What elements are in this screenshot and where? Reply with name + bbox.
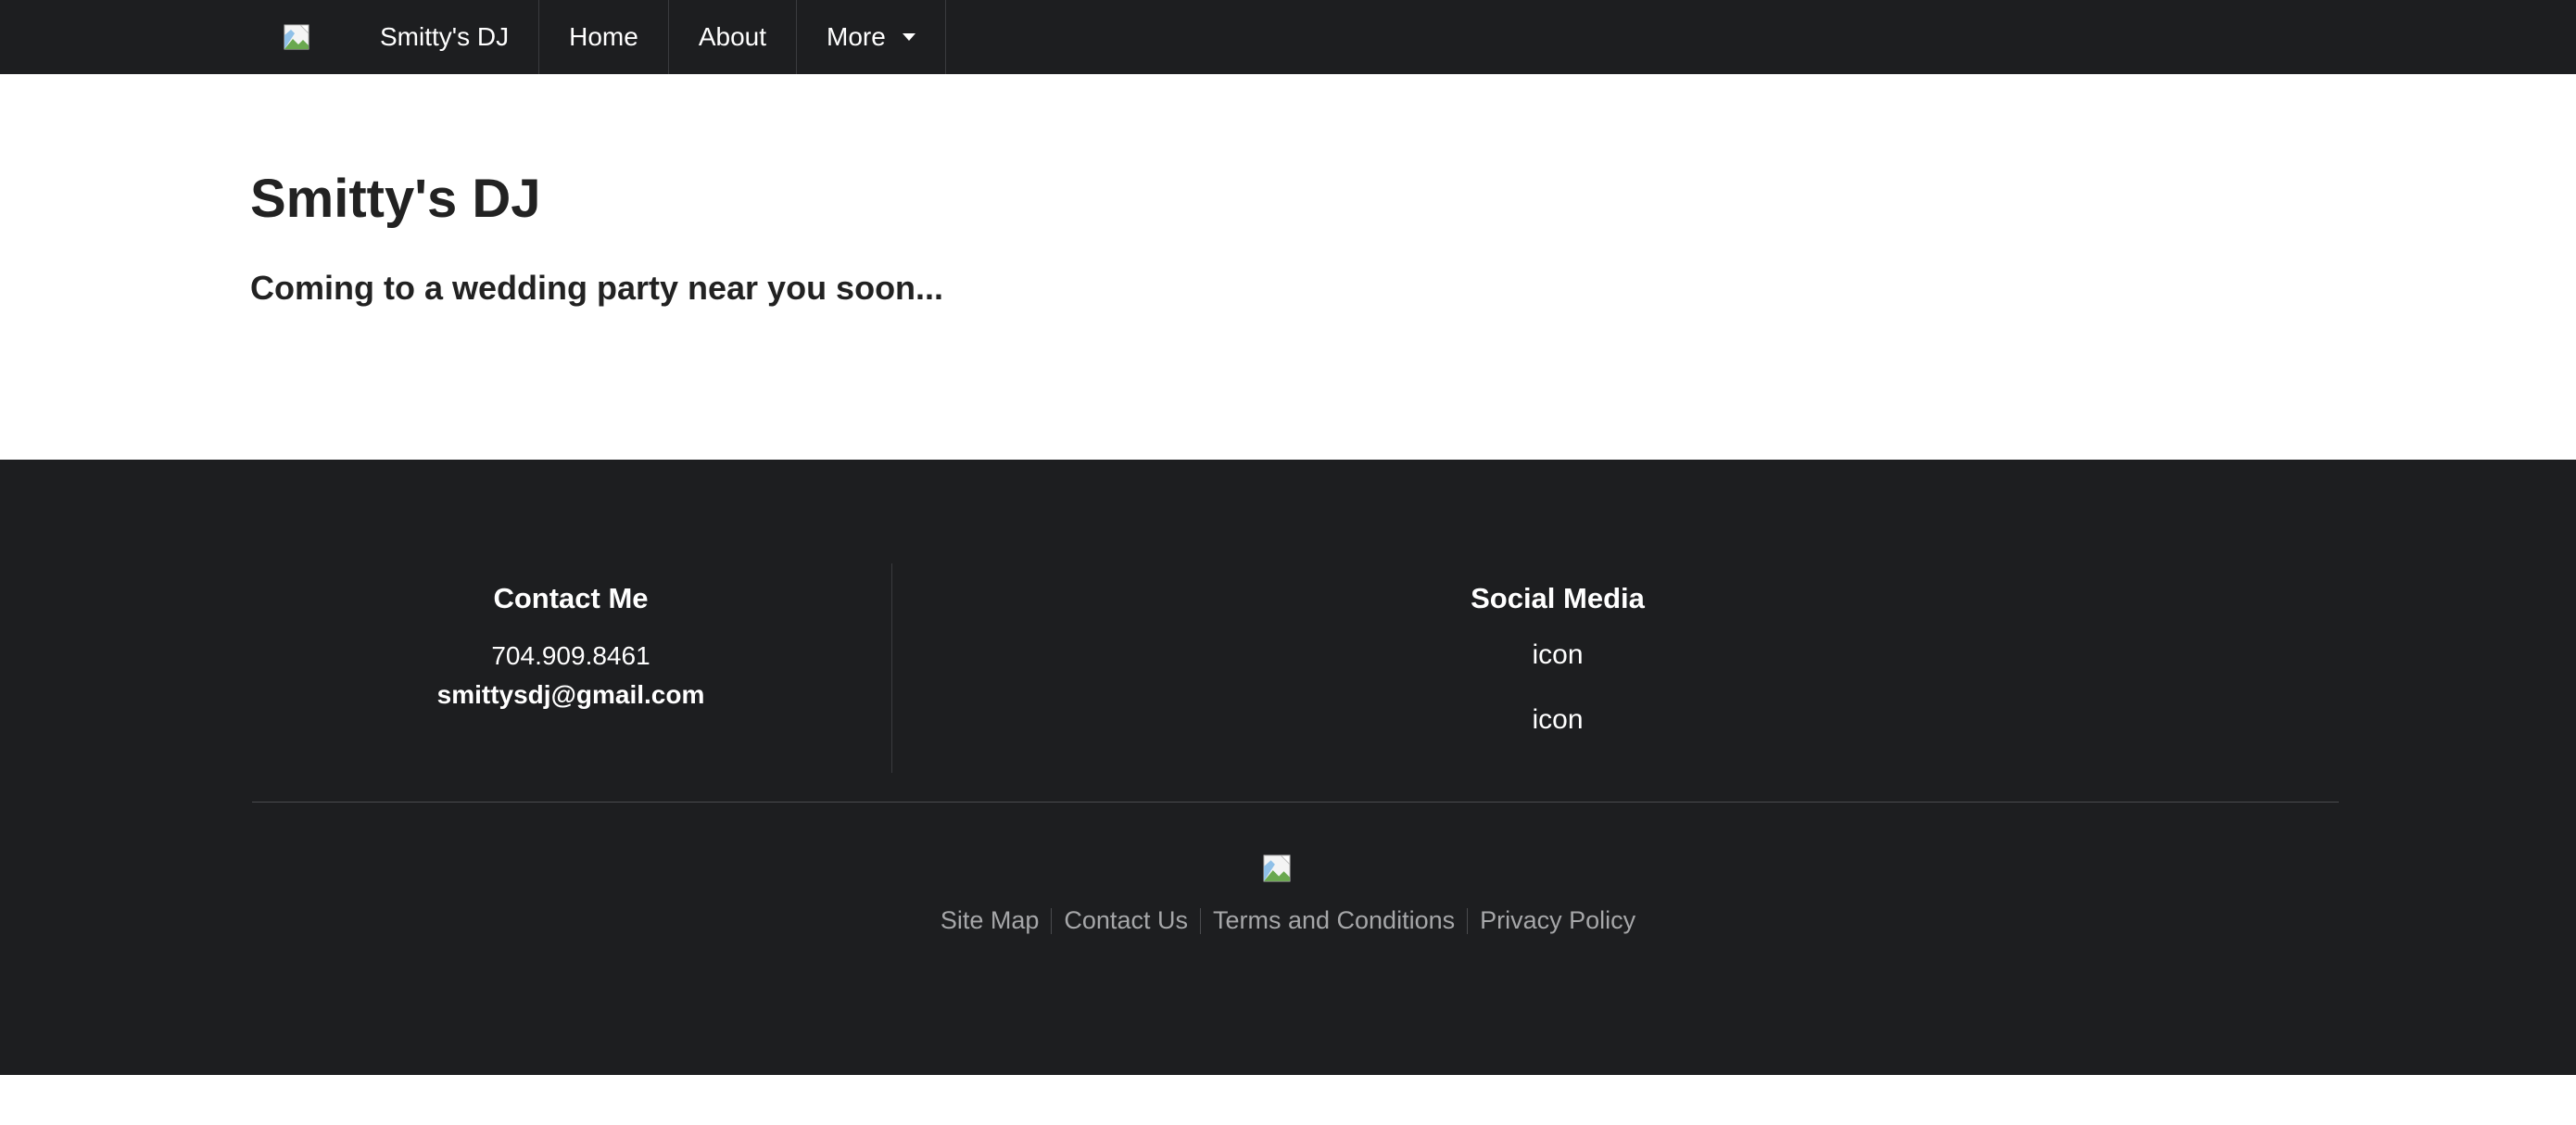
social-column-inner: Social Media icon icon: [892, 563, 2223, 736]
navbar-inner: Smitty's DJ Home About More: [269, 0, 946, 74]
hero-section: Smitty's DJ Coming to a wedding party ne…: [250, 167, 2289, 308]
footer-link-terms[interactable]: Terms and Conditions: [1201, 906, 1467, 935]
social-icon-link[interactable]: icon: [892, 704, 2223, 736]
footer-link-site-map[interactable]: Site Map: [928, 906, 1052, 935]
nav-about[interactable]: About: [669, 0, 797, 74]
footer-links: Site Map Contact Us Terms and Conditions…: [0, 906, 2576, 935]
footer-link-privacy[interactable]: Privacy Policy: [1468, 906, 1648, 935]
nav-home[interactable]: Home: [539, 0, 669, 74]
brand-link[interactable]: Smitty's DJ: [380, 0, 540, 74]
site-logo[interactable]: [284, 0, 324, 74]
nav-more-dropdown[interactable]: More: [797, 0, 946, 74]
footer-divider: [252, 802, 2339, 803]
footer-link-contact-us[interactable]: Contact Us: [1052, 906, 1200, 935]
page-subtitle: Coming to a wedding party near you soon.…: [250, 268, 944, 307]
contact-phone: 704.909.8461: [491, 641, 650, 670]
footer-columns: Contact Me 704.909.8461 smittysdj@gmail.…: [250, 563, 2339, 773]
page-title: Smitty's DJ: [250, 169, 541, 229]
contact-column: Contact Me 704.909.8461 smittysdj@gmail.…: [250, 563, 892, 773]
top-navbar: Smitty's DJ Home About More: [0, 0, 2576, 74]
site-footer: Contact Me 704.909.8461 smittysdj@gmail.…: [0, 460, 2576, 1075]
contact-email-link[interactable]: smittysdj@gmail.com: [250, 680, 891, 710]
social-heading: Social Media: [1471, 582, 1645, 614]
broken-image-icon: [1263, 854, 1291, 882]
caret-down-icon: [902, 33, 915, 41]
nav-more-label: More: [827, 22, 886, 51]
social-icon-link[interactable]: icon: [892, 639, 2223, 671]
social-column: Social Media icon icon: [892, 563, 2339, 773]
footer-logo: [1263, 854, 1291, 882]
broken-image-icon: [284, 24, 309, 50]
contact-heading: Contact Me: [493, 582, 649, 614]
